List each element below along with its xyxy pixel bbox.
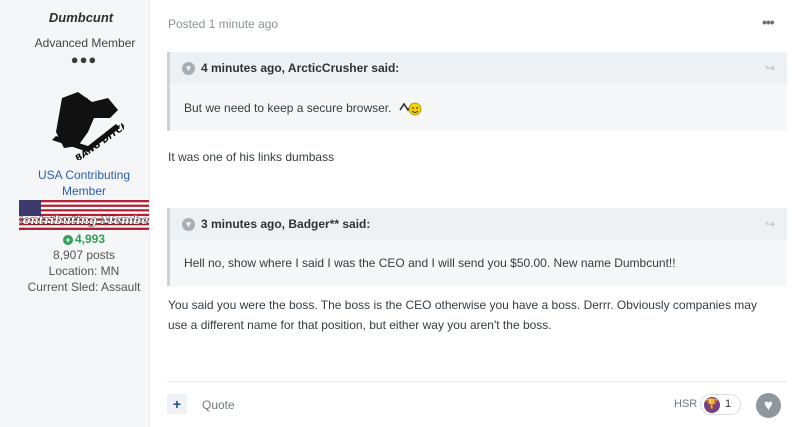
quote-button[interactable]: Quote	[202, 398, 235, 412]
share-arrow-icon[interactable]: ↪	[765, 217, 775, 231]
member-group-line1: USA Contributing	[37, 168, 131, 182]
badge-text: Contributing Member	[19, 213, 149, 227]
emoji-icon	[399, 100, 423, 116]
chevron-down-icon[interactable]: ▼	[182, 217, 195, 231]
reply-text-2: You said you were the boss. The boss is …	[168, 295, 783, 335]
reaction-user[interactable]: HSR	[674, 398, 697, 410]
author-rank: Advanced Member	[34, 36, 136, 50]
multiquote-button[interactable]: +	[167, 394, 187, 414]
author-name[interactable]: Dumbcunt	[0, 10, 162, 25]
reputation[interactable]: +4,993	[0, 232, 168, 246]
quote-header-2: ▼ 3 minutes ago, Badger** said: ↪	[170, 208, 787, 240]
quote-text-2: Hell no, show where I said I was the CEO…	[184, 256, 676, 270]
reputation-value: 4,993	[74, 232, 106, 246]
reply-text-1: It was one of his links dumbass	[168, 150, 335, 164]
contributing-member-badge: Contributing Member	[13, 200, 156, 230]
plus-circle-icon: +	[62, 235, 73, 245]
quote-text-1: But we need to keep a secure browser.	[184, 100, 392, 115]
author-location: Location: MN	[48, 264, 120, 278]
chevron-down-icon[interactable]: ▼	[182, 61, 195, 75]
author-sled: Current Sled: Assault	[27, 280, 141, 294]
quote-citation-1[interactable]: 4 minutes ago, ArcticCrusher said:	[201, 61, 399, 75]
quote-body-2: Hell no, show where I said I was the CEO…	[170, 240, 787, 286]
post-count: 8,907 posts	[52, 248, 116, 262]
post-footer-divider	[167, 381, 787, 382]
reaction-count: 1	[725, 398, 732, 410]
quote-block-2: ▼ 3 minutes ago, Badger** said: ↪ Hell n…	[167, 208, 787, 286]
post-timestamp[interactable]: Posted 1 minute ago	[168, 17, 278, 31]
quote-block-1: ▼ 4 minutes ago, ArcticCrusher said: ↪ B…	[167, 52, 787, 131]
avatar[interactable]: BANG DITCHES	[48, 88, 142, 164]
quote-citation-2[interactable]: 3 minutes ago, Badger** said:	[201, 217, 370, 231]
quote-body-1: But we need to keep a secure browser.	[170, 84, 787, 131]
post-menu-button[interactable]: •••	[762, 14, 775, 30]
member-group[interactable]: USA Contributing Member	[0, 167, 168, 199]
author-panel: Dumbcunt Advanced Member ●●● BANG DITCHE…	[0, 0, 156, 427]
share-arrow-icon[interactable]: ↪	[765, 61, 775, 75]
reply-text-2-line1: You said you were the boss. The boss is …	[168, 298, 757, 312]
trophy-icon: 🏆	[704, 397, 720, 413]
member-group-line2: Member	[61, 184, 106, 198]
reply-text-2-line2: use a different name for that position, …	[168, 318, 552, 332]
heart-icon[interactable]: ♥	[756, 393, 781, 418]
quote-header-1: ▼ 4 minutes ago, ArcticCrusher said: ↪	[170, 52, 787, 84]
rank-pips: ●●●	[70, 52, 98, 67]
reaction-pill[interactable]: 🏆 1	[700, 394, 741, 415]
